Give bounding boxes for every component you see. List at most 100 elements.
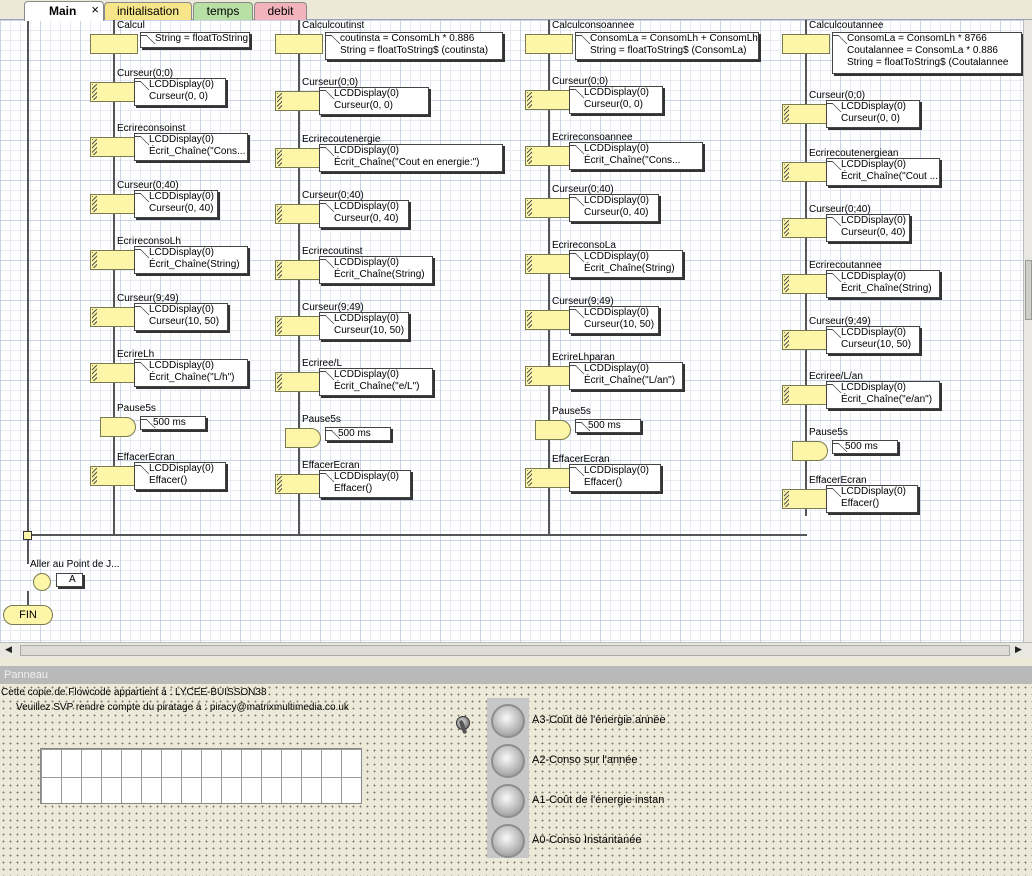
macro-line: Curseur(0, 0) bbox=[149, 91, 208, 102]
macro-line: LCDDisplay(0) bbox=[149, 191, 215, 202]
macro-block[interactable] bbox=[90, 363, 138, 383]
delay-block[interactable] bbox=[285, 428, 321, 448]
calculation-block[interactable] bbox=[275, 34, 323, 54]
macro-block[interactable] bbox=[90, 250, 138, 270]
tab-temps[interactable]: temps bbox=[193, 2, 253, 20]
macro-note: LCDDisplay(0) Écrit_Chaîne(String) bbox=[826, 270, 940, 298]
calculation-block[interactable] bbox=[90, 34, 138, 54]
macro-block[interactable] bbox=[782, 330, 830, 350]
tab-initialisation[interactable]: initialisation bbox=[104, 2, 192, 20]
macro-line: Curseur(0, 40) bbox=[584, 207, 649, 218]
calculation-block[interactable] bbox=[782, 34, 830, 54]
macro-note: LCDDisplay(0) Curseur(10, 50) bbox=[826, 326, 920, 354]
tab-main[interactable]: Main × bbox=[24, 1, 104, 21]
toggle-switch-icon[interactable] bbox=[452, 710, 474, 736]
macro-block[interactable] bbox=[525, 146, 573, 166]
macro-block[interactable] bbox=[275, 204, 323, 224]
horizontal-scrollbar[interactable]: ◀ ▶ bbox=[0, 642, 1032, 658]
macro-line: Écrit_Chaîne(String) bbox=[149, 259, 240, 270]
delay-value: 500 ms bbox=[575, 419, 641, 433]
macro-line: Écrit_Chaîne("Cout ... bbox=[841, 171, 938, 182]
macro-note: LCDDisplay(0) Curseur(0, 40) bbox=[134, 190, 218, 218]
macro-block[interactable] bbox=[525, 366, 573, 386]
delay-block[interactable] bbox=[535, 420, 571, 440]
macro-block[interactable] bbox=[275, 372, 323, 392]
macro-note: LCDDisplay(0) Écrit_Chaîne(String) bbox=[319, 256, 433, 284]
macro-note: LCDDisplay(0) Curseur(0, 0) bbox=[826, 100, 920, 128]
calc-expression-line: ConsomLa = ConsomLh + ConsomLh bbox=[590, 33, 758, 44]
macro-block[interactable] bbox=[275, 316, 323, 336]
macro-line: LCDDisplay(0) bbox=[841, 215, 907, 226]
vertical-scroll-thumb[interactable] bbox=[1025, 260, 1032, 320]
pause-title: Pause5s bbox=[809, 427, 848, 438]
macro-line: LCDDisplay(0) bbox=[841, 271, 907, 282]
button-a0[interactable] bbox=[491, 824, 525, 858]
macro-block[interactable] bbox=[90, 307, 138, 327]
macro-note: LCDDisplay(0) Écrit_Chaîne("e/L") bbox=[319, 368, 433, 396]
clear-block[interactable] bbox=[90, 466, 138, 486]
calc-expression-line: String = floatToString$ (coutinsta) bbox=[340, 45, 489, 56]
button-a3[interactable] bbox=[491, 704, 525, 738]
goto-connector[interactable] bbox=[33, 573, 51, 591]
macro-line: Écrit_Chaîne(String) bbox=[334, 269, 425, 280]
macro-note: LCDDisplay(0) Écrit_Chaîne(String) bbox=[569, 250, 683, 278]
pause-title: Pause5s bbox=[117, 403, 156, 414]
macro-block[interactable] bbox=[275, 260, 323, 280]
button-a2[interactable] bbox=[491, 744, 525, 778]
main-flow-line bbox=[27, 20, 29, 564]
macro-block[interactable] bbox=[782, 385, 830, 405]
panel-title: Panneau bbox=[0, 666, 1032, 684]
end-terminator[interactable]: FIN bbox=[3, 605, 53, 625]
macro-note: LCDDisplay(0) Écrit_Chaîne("Cout ... bbox=[826, 158, 940, 186]
macro-note: LCDDisplay(0) Écrit_Chaîne("Cout en energ… bbox=[319, 144, 503, 172]
macro-block[interactable] bbox=[525, 254, 573, 274]
macro-block[interactable] bbox=[90, 194, 138, 214]
junction-point bbox=[23, 531, 32, 540]
calc-expression-line: String = floatToString$ (ConsomLa) bbox=[590, 45, 747, 56]
vertical-scrollbar[interactable] bbox=[1023, 20, 1032, 642]
macro-block[interactable] bbox=[525, 90, 573, 110]
macro-line: LCDDisplay(0) bbox=[841, 159, 907, 170]
macro-block[interactable] bbox=[275, 148, 323, 168]
join-line bbox=[27, 534, 807, 536]
scroll-left-icon[interactable]: ◀ bbox=[5, 644, 12, 655]
macro-block[interactable] bbox=[782, 162, 830, 182]
tab-bar: Main × initialisation temps debit bbox=[0, 0, 1032, 21]
clear-block[interactable] bbox=[782, 489, 830, 509]
delay-value: 500 ms bbox=[325, 427, 391, 441]
macro-line: Écrit_Chaîne("Cons... bbox=[149, 146, 246, 157]
macro-note: LCDDisplay(0) Écrit_Chaîne("e/an") bbox=[826, 381, 940, 409]
macro-line: LCDDisplay(0) bbox=[584, 251, 650, 262]
tab-debit[interactable]: debit bbox=[254, 2, 307, 20]
calc-expression-line: ConsomLa = ConsomLh * 8766 bbox=[847, 33, 987, 44]
macro-note: LCDDisplay(0) Curseur(0, 40) bbox=[826, 214, 910, 242]
macro-block[interactable] bbox=[782, 274, 830, 294]
goto-flow-line bbox=[27, 591, 29, 605]
macro-block[interactable] bbox=[782, 104, 830, 124]
calc-title: Calculconsoannee bbox=[552, 20, 635, 31]
scroll-right-icon[interactable]: ▶ bbox=[1015, 644, 1022, 655]
macro-block[interactable] bbox=[90, 137, 138, 157]
macro-line: LCDDisplay(0) bbox=[149, 304, 215, 315]
macro-block[interactable] bbox=[525, 198, 573, 218]
clear-block[interactable] bbox=[525, 468, 573, 488]
flowchart-canvas[interactable]: Calcul String = floatToString... Curseur(0… bbox=[0, 20, 1023, 642]
macro-line: Écrit_Chaîne("Cons... bbox=[584, 155, 681, 166]
delay-block[interactable] bbox=[100, 417, 136, 437]
copyright-text: Cette copie de Flowcode appartient à : L… bbox=[1, 687, 267, 698]
calc-title: Calculcoutinst bbox=[302, 20, 365, 31]
macro-block[interactable] bbox=[90, 82, 138, 102]
delay-block[interactable] bbox=[792, 441, 828, 461]
button-a1[interactable] bbox=[491, 784, 525, 818]
close-tab-icon[interactable]: × bbox=[91, 2, 99, 18]
clear-block[interactable] bbox=[275, 474, 323, 494]
calculation-block[interactable] bbox=[525, 34, 573, 54]
macro-line: Curseur(10, 50) bbox=[841, 339, 912, 350]
macro-block[interactable] bbox=[275, 91, 323, 111]
macro-block[interactable] bbox=[525, 310, 573, 330]
macro-line: LCDDisplay(0) bbox=[841, 327, 907, 338]
horizontal-scroll-thumb[interactable] bbox=[20, 645, 1010, 656]
clear-line: Effacer() bbox=[149, 475, 188, 486]
macro-note: LCDDisplay(0) Écrit_Chaîne(String) bbox=[134, 246, 248, 274]
macro-block[interactable] bbox=[782, 218, 830, 238]
